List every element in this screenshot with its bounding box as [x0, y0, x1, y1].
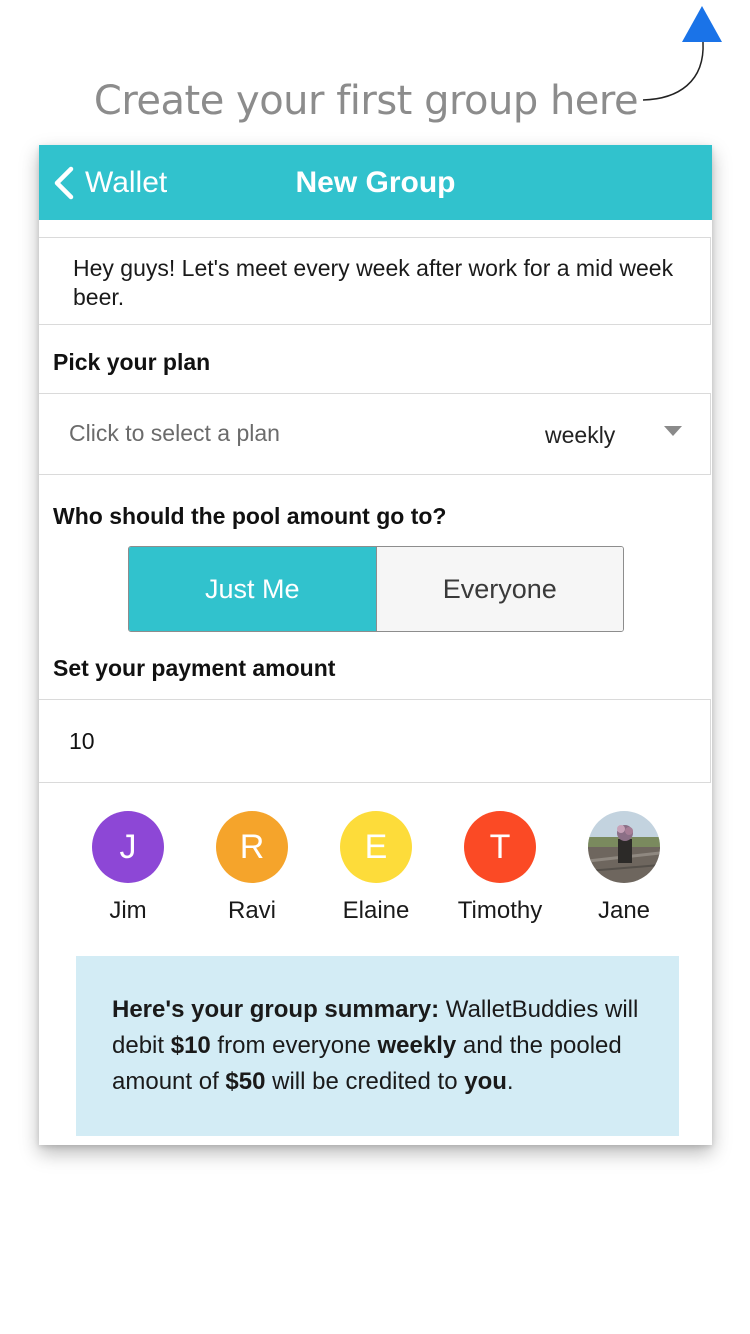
photo-icon — [588, 811, 660, 883]
member-name: Timothy — [457, 897, 543, 924]
navigation-bar: Wallet New Group — [39, 145, 712, 220]
member-ravi[interactable]: R Ravi — [190, 811, 314, 925]
app-screen: Wallet New Group Hey guys! Let's meet ev… — [39, 145, 712, 1145]
member-name: Jane — [597, 897, 651, 924]
avatar: R — [216, 811, 288, 883]
member-list: J Jim R Ravi E Elaine T Timothy Jane — [39, 811, 712, 931]
group-summary-panel: Here's your group summary: WalletBuddies… — [76, 956, 679, 1136]
summary-heading: Here's your group summary: — [112, 996, 440, 1023]
group-message-field[interactable]: Hey guys! Let's meet every week after wo… — [39, 237, 711, 325]
everyone-option[interactable]: Everyone — [375, 547, 623, 631]
pool-section-label: Who should the pool amount go to? — [53, 503, 447, 529]
member-elaine[interactable]: E Elaine — [314, 811, 438, 925]
member-jane[interactable]: Jane — [562, 811, 686, 925]
plan-section-label: Pick your plan — [53, 349, 211, 375]
summary-text-part: from everyone — [210, 1032, 378, 1059]
member-name: Ravi — [227, 897, 276, 924]
member-jim[interactable]: J Jim — [66, 811, 190, 925]
dropdown-caret-icon[interactable] — [664, 426, 682, 436]
summary-pool-total: $50 — [225, 1068, 266, 1095]
summary-amount: $10 — [170, 1032, 211, 1059]
group-summary-text: Here's your group summary: WalletBuddies… — [112, 992, 652, 1100]
summary-frequency: weekly — [377, 1032, 457, 1059]
page-title: New Group — [295, 166, 456, 199]
summary-text-part: . — [506, 1068, 514, 1095]
member-timothy[interactable]: T Timothy — [438, 811, 562, 925]
member-name: Jim — [109, 897, 147, 924]
plan-select-value: weekly — [545, 422, 616, 448]
plan-select[interactable]: Click to select a plan weekly — [39, 393, 711, 475]
avatar: T — [464, 811, 536, 883]
just-me-option[interactable]: Just Me — [129, 547, 376, 631]
summary-recipient: you — [464, 1068, 507, 1095]
avatar: E — [340, 811, 412, 883]
payment-amount-input[interactable] — [69, 724, 669, 758]
member-name: Elaine — [342, 897, 410, 924]
payment-amount-field — [39, 699, 711, 783]
pool-recipient-toggle: Just Me Everyone — [128, 546, 624, 632]
summary-text-part: will be credited to — [265, 1068, 465, 1095]
avatar-photo — [588, 811, 660, 883]
onboarding-hint-text: Create your first group here — [93, 78, 639, 124]
payment-section-label: Set your payment amount — [53, 655, 336, 681]
group-message-text: Hey guys! Let's meet every week after wo… — [73, 255, 674, 310]
avatar: J — [92, 811, 164, 883]
plan-select-placeholder: Click to select a plan — [69, 420, 280, 446]
hint-arrow-icon — [642, 6, 722, 101]
